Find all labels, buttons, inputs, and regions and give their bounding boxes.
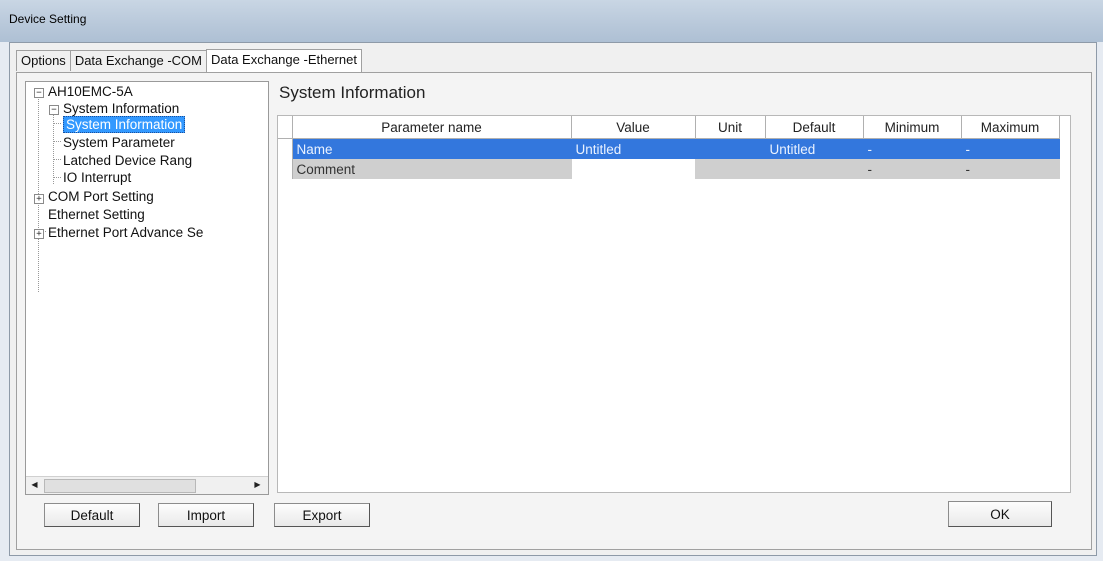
cell-unit bbox=[695, 138, 766, 159]
collapse-icon[interactable]: − bbox=[49, 105, 59, 115]
tree-item-root[interactable]: AH10EMC-5A bbox=[48, 83, 133, 101]
export-button[interactable]: Export bbox=[274, 503, 370, 527]
tab-data-exchange-com[interactable]: Data Exchange -COM bbox=[69, 50, 207, 71]
row-header-corner bbox=[278, 116, 293, 139]
tree-item-label: IO Interrupt bbox=[63, 170, 132, 185]
tree-item-label: Latched Device Rang bbox=[63, 153, 193, 168]
dialog-client-area: Options Data Exchange -COM Data Exchange… bbox=[9, 42, 1097, 556]
row-header bbox=[278, 138, 293, 159]
window-title: Device Setting bbox=[9, 12, 87, 26]
expand-icon[interactable]: + bbox=[34, 194, 44, 204]
cell-parameter-name: Comment bbox=[292, 159, 572, 179]
tree-item-label: System Information bbox=[63, 116, 186, 133]
tree-item-system-parameter[interactable]: System Parameter bbox=[63, 134, 175, 152]
tree-connector bbox=[53, 177, 61, 178]
column-header-default[interactable]: Default bbox=[765, 116, 864, 139]
tree-item-label: COM Port Setting bbox=[48, 189, 154, 204]
cell-value-input[interactable] bbox=[571, 159, 696, 179]
tree-item-label: AH10EMC-5A bbox=[48, 84, 133, 99]
column-header-value[interactable]: Value bbox=[571, 116, 696, 139]
cell-default: Untitled bbox=[765, 138, 864, 159]
import-button[interactable]: Import bbox=[158, 503, 254, 527]
cell-minimum: - bbox=[863, 138, 962, 159]
tab-panel: − AH10EMC-5A − System Information System… bbox=[16, 72, 1092, 550]
panel-title: System Information bbox=[279, 83, 426, 102]
tree-item-ethernet-setting[interactable]: Ethernet Setting bbox=[48, 206, 145, 224]
table-row[interactable]: Comment - - bbox=[278, 159, 1060, 179]
scrollbar-thumb[interactable] bbox=[44, 479, 196, 493]
tree-connector bbox=[53, 123, 61, 124]
tree-item-label: System Information bbox=[63, 101, 180, 116]
settings-tree[interactable]: − AH10EMC-5A − System Information System… bbox=[25, 81, 269, 495]
column-header-minimum[interactable]: Minimum bbox=[863, 116, 962, 139]
device-setting-window: Device Setting Options Data Exchange -CO… bbox=[0, 0, 1103, 561]
column-header-parameter-name[interactable]: Parameter name bbox=[292, 116, 572, 139]
tree-horizontal-scrollbar[interactable]: ◀ ▶ bbox=[26, 476, 268, 494]
tree-item-io-interrupt[interactable]: IO Interrupt bbox=[63, 169, 131, 187]
tree-item-label: Ethernet Setting bbox=[48, 207, 145, 222]
cell-value[interactable]: Untitled bbox=[571, 138, 696, 159]
collapse-icon[interactable]: − bbox=[34, 88, 44, 98]
tree-item-label: Ethernet Port Advance Se bbox=[48, 225, 204, 240]
tab-strip: Options Data Exchange -COM Data Exchange… bbox=[16, 49, 362, 72]
cell-unit bbox=[695, 159, 766, 179]
cell-parameter-name: Name bbox=[292, 138, 572, 159]
column-header-unit[interactable]: Unit bbox=[695, 116, 766, 139]
tree-item-ethernet-port-advance[interactable]: Ethernet Port Advance Se bbox=[48, 224, 203, 242]
tab-data-exchange-ethernet[interactable]: Data Exchange -Ethernet bbox=[205, 49, 362, 72]
scroll-right-icon[interactable]: ▶ bbox=[250, 478, 265, 492]
cell-minimum: - bbox=[863, 159, 962, 179]
row-header bbox=[278, 159, 293, 179]
cell-maximum: - bbox=[961, 159, 1060, 179]
parameter-table: Parameter name Value Unit Default Minimu… bbox=[278, 116, 1060, 179]
column-header-maximum[interactable]: Maximum bbox=[961, 116, 1060, 139]
cell-default bbox=[765, 159, 864, 179]
tree-item-com-port-setting[interactable]: COM Port Setting bbox=[48, 188, 154, 206]
parameter-grid[interactable]: Parameter name Value Unit Default Minimu… bbox=[277, 115, 1071, 493]
tree-connector bbox=[53, 159, 61, 160]
default-button[interactable]: Default bbox=[44, 503, 140, 527]
scroll-left-icon[interactable]: ◀ bbox=[27, 478, 42, 492]
tree-item-latched-device-range[interactable]: Latched Device Rang bbox=[63, 152, 192, 170]
tree-connector bbox=[53, 114, 54, 184]
expand-icon[interactable]: + bbox=[34, 229, 44, 239]
title-bar[interactable]: Device Setting bbox=[0, 0, 1103, 42]
tree-item-system-information[interactable]: System Information bbox=[63, 116, 186, 134]
tree-item-label: System Parameter bbox=[63, 135, 175, 150]
table-row[interactable]: Name Untitled Untitled - - bbox=[278, 138, 1060, 159]
tree-connector bbox=[53, 141, 61, 142]
tab-options[interactable]: Options bbox=[16, 50, 71, 71]
ok-button[interactable]: OK bbox=[948, 501, 1052, 527]
cell-maximum: - bbox=[961, 138, 1060, 159]
